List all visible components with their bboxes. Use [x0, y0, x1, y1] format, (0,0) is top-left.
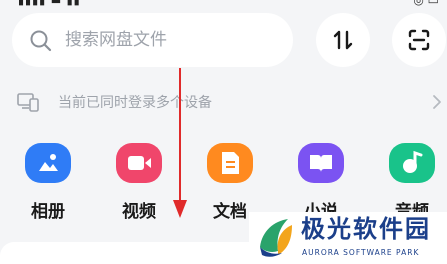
video-icon [116, 143, 162, 183]
category-documents[interactable]: 文档 [195, 143, 265, 223]
multi-device-notice[interactable]: 当前已同时登录多个设备 [0, 88, 447, 118]
sort-button[interactable] [316, 13, 370, 67]
status-icons: ◎ ▭ [413, 0, 439, 7]
search-placeholder: 搜索网盘文件 [65, 30, 167, 50]
book-icon [298, 143, 344, 183]
music-icon [389, 143, 435, 183]
chevron-right-icon [433, 95, 441, 109]
search-input[interactable]: 搜索网盘文件 [12, 13, 293, 67]
annotation-arrow-icon [173, 68, 187, 218]
watermark-subtitle: AURORA SOFTWARE PARK [302, 248, 420, 257]
watermark: 极光软件园 AURORA SOFTWARE PARK [249, 212, 447, 264]
aurora-logo-icon [260, 219, 292, 257]
category-label: 视频 [122, 202, 156, 222]
category-photos[interactable]: 相册 [13, 143, 83, 223]
scan-button[interactable] [392, 13, 446, 67]
category-novels[interactable]: 小说 [286, 143, 356, 223]
devices-icon [17, 93, 39, 112]
status-bar: ▮▮▮▮ ▬ ▮▮ ◎ ▭ [0, 0, 447, 10]
signal-icon: ▮▮▮▮ ▬ ▮▮ [18, 0, 81, 7]
album-icon [25, 143, 71, 183]
search-icon [30, 30, 52, 52]
document-icon [207, 143, 253, 183]
category-videos[interactable]: 视频 [104, 143, 174, 223]
watermark-title: 极光软件园 [301, 215, 431, 243]
category-audio[interactable]: 音频 [377, 143, 447, 223]
category-label: 相册 [31, 202, 65, 222]
sort-updown-icon [333, 30, 353, 50]
scan-icon [408, 29, 430, 51]
